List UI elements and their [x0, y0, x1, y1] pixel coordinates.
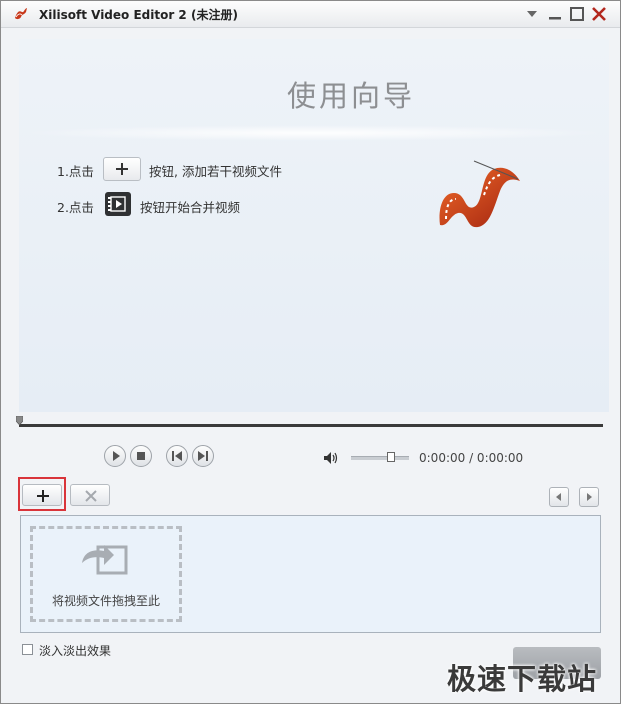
fade-label: 淡入淡出效果 [39, 644, 112, 658]
timeline-track[interactable] [19, 424, 603, 427]
play-button[interactable] [104, 445, 126, 467]
close-icon[interactable] [590, 5, 608, 23]
move-right-button[interactable] [579, 487, 599, 507]
arrow-left-icon [556, 493, 561, 501]
window-title: Xilisoft Video Editor 2 (未注册) [39, 8, 238, 22]
fade-checkbox[interactable] [22, 644, 33, 655]
title-glow [19, 125, 609, 141]
drop-hint: 将视频文件拖拽至此 [51, 594, 160, 608]
wizard-title: 使用向导 [287, 79, 416, 113]
timeline-thumb[interactable] [16, 416, 23, 425]
preview-panel: 使用向导 1.点击 按钮, 添加若干视频文件 2.点击 按钮开始合并视频 [19, 39, 609, 412]
title-bar: Xilisoft Video Editor 2 (未注册) [1, 1, 620, 28]
step2-suffix: 按钮开始合并视频 [140, 200, 241, 215]
step1-prefix: 1.点击 [57, 164, 94, 179]
plus-icon [37, 490, 49, 502]
drop-zone[interactable]: 将视频文件拖拽至此 [30, 526, 182, 622]
app-logo-icon [15, 8, 27, 20]
time-display: 0:00:00 / 0:00:00 [419, 451, 524, 465]
film-strip-logo [439, 160, 520, 228]
clip-list[interactable]: 将视频文件拖拽至此 [20, 515, 601, 633]
remove-button[interactable] [70, 484, 110, 506]
play-icon [113, 451, 120, 461]
step2-prefix: 2.点击 [57, 200, 94, 215]
volume-slider[interactable] [351, 456, 409, 460]
skip-back-icon [172, 451, 182, 461]
skip-forward-icon [198, 451, 208, 461]
merge-icon-sample [105, 192, 131, 216]
watermark-text: 极速下载站 [447, 662, 598, 696]
stop-icon [137, 452, 145, 460]
maximize-icon[interactable] [568, 5, 586, 23]
stop-button[interactable] [130, 445, 152, 467]
drag-drop-arrow-icon [82, 545, 128, 575]
remove-x-icon [85, 490, 97, 502]
previous-button[interactable] [166, 445, 188, 467]
app-window: Xilisoft Video Editor 2 (未注册) 使用向导 1.点击 … [0, 0, 621, 704]
arrow-right-icon [587, 493, 592, 501]
menu-arrow-icon[interactable] [523, 5, 541, 23]
minimize-icon[interactable] [546, 5, 564, 23]
add-files-button[interactable] [22, 484, 62, 506]
add-icon-sample [103, 157, 141, 181]
move-left-button[interactable] [549, 487, 569, 507]
step1-suffix: 按钮, 添加若干视频文件 [149, 164, 282, 179]
next-button[interactable] [192, 445, 214, 467]
volume-knob[interactable] [387, 452, 395, 462]
volume-icon[interactable] [323, 450, 339, 466]
